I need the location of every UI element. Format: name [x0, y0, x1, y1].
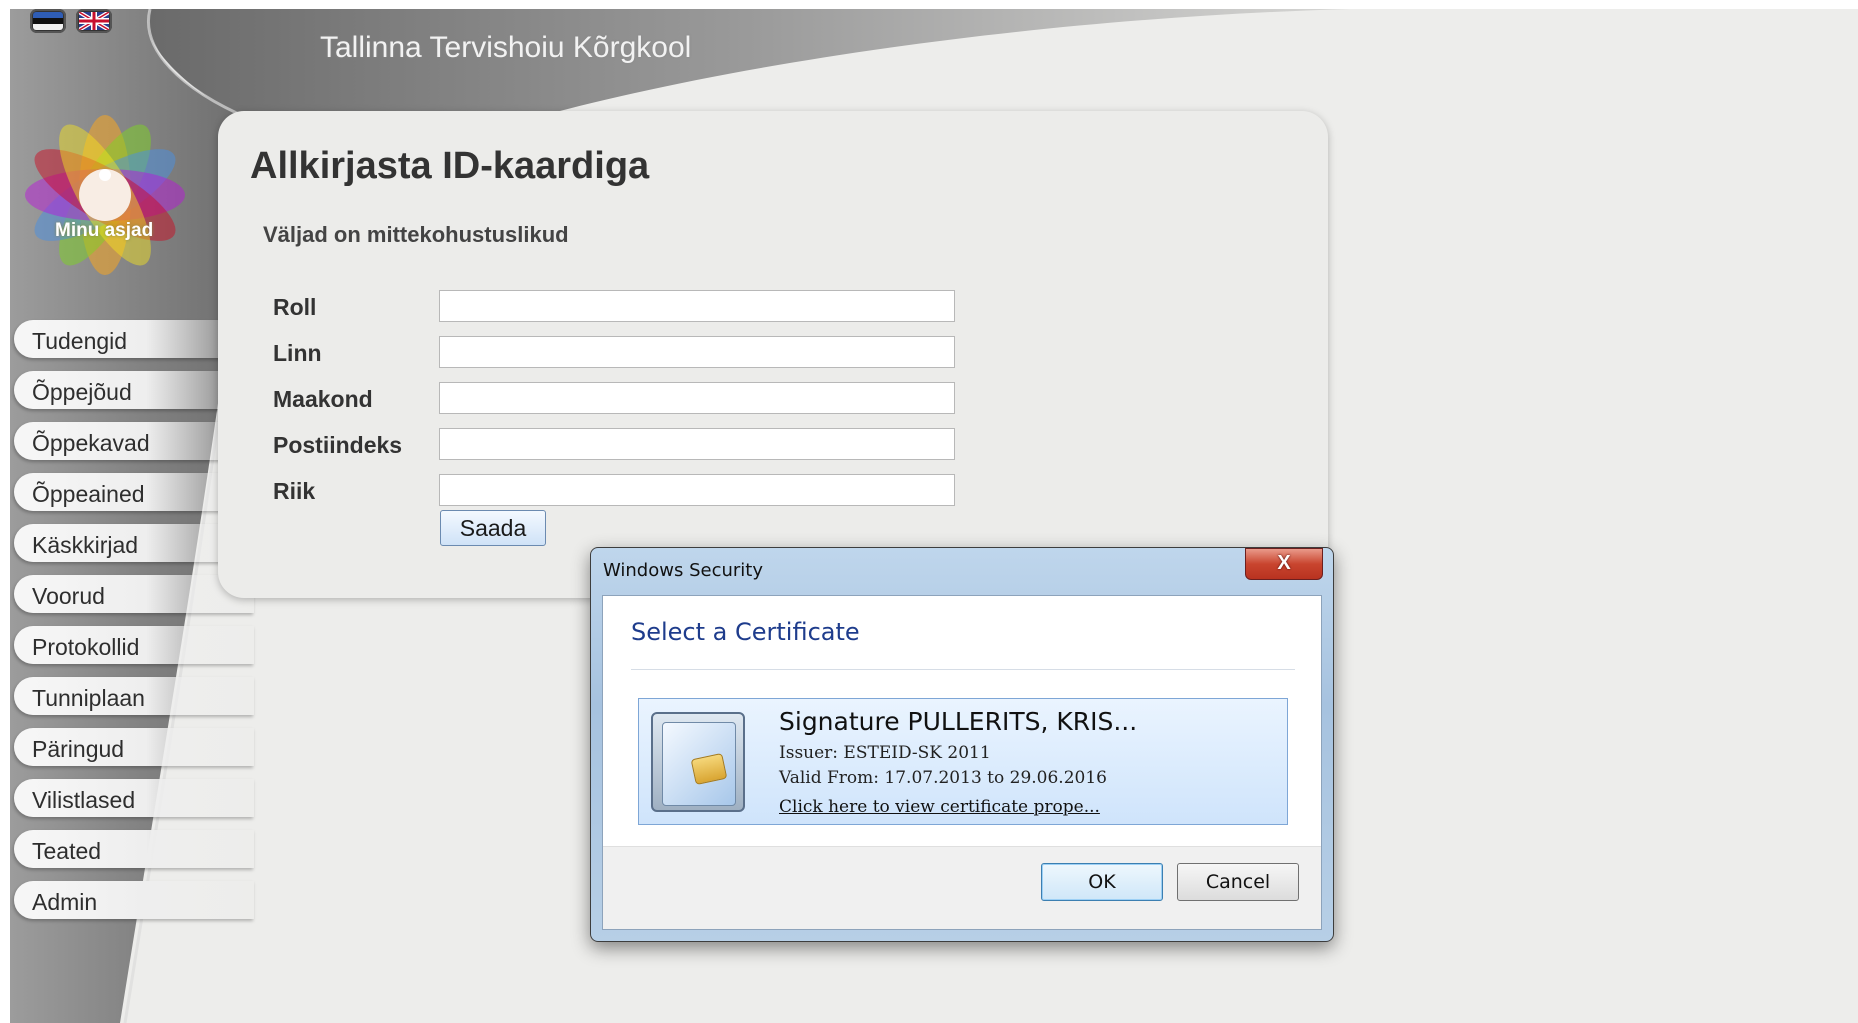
- riik-input[interactable]: [439, 474, 955, 506]
- sidebar-item-label: Õppejõud: [32, 379, 132, 405]
- dialog-footer: OK Cancel: [603, 846, 1321, 929]
- certificate-properties-link[interactable]: Click here to view certificate prope...: [779, 797, 1100, 817]
- sidebar-item-label: Teated: [32, 838, 102, 864]
- close-button[interactable]: X: [1245, 548, 1323, 580]
- sidebar-item-label: Tunniplaan: [32, 685, 145, 711]
- sidebar-item-label: Protokollid: [32, 634, 140, 660]
- sidebar-item-admin[interactable]: Admin: [14, 881, 254, 919]
- field-label: Maakond: [273, 386, 373, 412]
- sidebar-item-tunniplaan[interactable]: Tunniplaan: [14, 677, 254, 715]
- sidebar-item-label: Tudengid: [32, 328, 128, 354]
- dialog-content: Select a Certificate Signature PULLERITS…: [602, 595, 1322, 930]
- field-label: Postiindeks: [273, 432, 403, 458]
- flower-logo-icon[interactable]: [10, 95, 210, 295]
- sidebar-item-protokollid[interactable]: Protokollid: [14, 626, 254, 664]
- dialog-heading: Select a Certificate: [631, 618, 860, 646]
- linn-input[interactable]: [439, 336, 955, 368]
- field-label: Linn: [273, 340, 322, 366]
- cancel-button[interactable]: Cancel: [1177, 863, 1299, 901]
- field-label: Roll: [273, 294, 317, 320]
- page-background: Tallinna Tervishoiu Kõrgkool Minu asjad …: [10, 9, 1858, 1023]
- sidebar-item-label: Voorud: [32, 583, 105, 609]
- english-flag-icon[interactable]: [76, 9, 112, 33]
- postiindeks-input[interactable]: [439, 428, 955, 460]
- smart-card-icon: [651, 712, 745, 812]
- certificate-validity: Valid From: 17.07.2013 to 29.06.2016: [779, 768, 1107, 788]
- divider: [631, 669, 1295, 670]
- certificate-issuer: Issuer: ESTEID-SK 2011: [779, 743, 991, 763]
- sidebar-item-label: Õppeained: [32, 481, 145, 507]
- logo-label[interactable]: Minu asjad: [55, 220, 153, 242]
- estonian-flag-icon[interactable]: [30, 9, 66, 33]
- site-title: Tallinna Tervishoiu Kõrgkool: [320, 31, 692, 64]
- certificate-dialog: Windows Security X Select a Certificate …: [590, 547, 1334, 942]
- sidebar-item-label: Admin: [32, 889, 98, 915]
- form-subtitle: Väljad on mittekohustuslikud: [263, 222, 569, 247]
- sidebar-item-label: Käskkirjad: [32, 532, 139, 558]
- certificate-name: Signature PULLERITS, KRIS...: [779, 707, 1138, 736]
- roll-input[interactable]: [439, 290, 955, 322]
- maakond-input[interactable]: [439, 382, 955, 414]
- sidebar-item-teated[interactable]: Teated: [14, 830, 254, 868]
- dialog-window-title: Windows Security: [603, 560, 763, 581]
- page-title: Allkirjasta ID-kaardiga: [250, 145, 650, 187]
- sidebar-item-label: Päringud: [32, 736, 125, 762]
- sidebar-item-vilistlased[interactable]: Vilistlased: [14, 779, 254, 817]
- sidebar-item-voorud[interactable]: Voorud: [14, 575, 254, 613]
- sidebar-item-label: Õppekavad: [32, 430, 150, 456]
- field-label: Riik: [273, 478, 316, 504]
- submit-button[interactable]: Saada: [440, 510, 546, 546]
- sidebar-item-label: Vilistlased: [32, 787, 136, 813]
- certificate-list-item[interactable]: Signature PULLERITS, KRIS... Issuer: EST…: [638, 698, 1288, 825]
- ok-button[interactable]: OK: [1041, 863, 1163, 901]
- sidebar-item-paringud[interactable]: Päringud: [14, 728, 254, 766]
- signing-form-panel: Allkirjasta ID-kaardiga Väljad on mittek…: [218, 111, 1328, 598]
